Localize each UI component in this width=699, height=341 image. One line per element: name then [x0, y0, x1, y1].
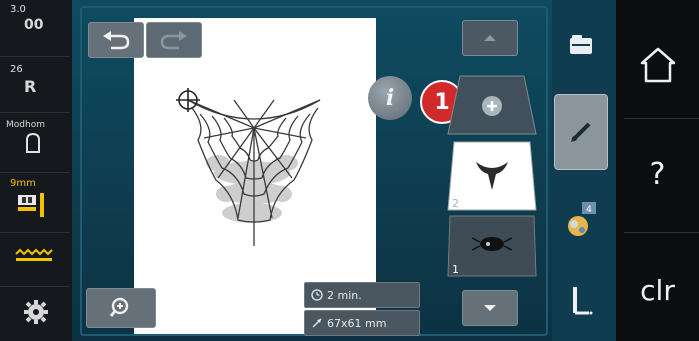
svg-text:4: 4 [586, 205, 592, 215]
speed-setting[interactable]: 3.0 00 [4, 4, 66, 33]
redo-button[interactable] [146, 22, 202, 58]
mode-label: Modhom [6, 120, 45, 130]
separator [624, 232, 699, 233]
separator [0, 56, 70, 57]
add-layer-tile [447, 75, 537, 135]
info-button[interactable]: i [368, 76, 412, 120]
home-icon [640, 47, 675, 83]
pencil-icon [571, 122, 591, 142]
separator [624, 118, 699, 119]
separator [0, 286, 70, 287]
arrow-up-icon [484, 35, 496, 41]
layer-2-thumbnail [447, 141, 537, 211]
folder-button[interactable] [554, 14, 608, 76]
layer-1-tile[interactable]: 1 [446, 214, 538, 278]
speed-label: 3.0 [10, 4, 26, 15]
layer-1-thumbnail [447, 215, 537, 277]
layer-scroll-up-button[interactable] [462, 20, 518, 56]
help-button[interactable]: ? [616, 128, 699, 220]
stitch-time-value: 2 min. [327, 288, 362, 302]
hoop-setting[interactable]: 9mm [4, 178, 66, 219]
layer-1-number: 1 [452, 263, 459, 276]
feed-dog-setting[interactable] [4, 244, 66, 266]
zoom-icon [109, 297, 129, 317]
redo-icon [160, 31, 187, 50]
stitch-start-button[interactable] [554, 276, 608, 328]
undo-button[interactable] [88, 22, 144, 58]
layer-2-tile[interactable]: 2 [446, 140, 538, 212]
separator [0, 172, 70, 173]
clock-icon [311, 289, 323, 301]
stitch-number: 26 [10, 64, 23, 75]
arrow-down-icon [484, 305, 496, 311]
size-icon [312, 318, 322, 328]
separator [0, 112, 70, 113]
home-button[interactable] [616, 20, 699, 110]
separator [0, 232, 70, 233]
embroidery-screen: 3.0 00 26 R Modhom 9mm i 1 2 1 2 min. 67… [0, 0, 699, 341]
color-icon: 4 [568, 202, 596, 236]
add-layer-button[interactable] [446, 74, 538, 136]
speed-value: 00 [24, 17, 44, 33]
stitch-time-display: 2 min. [304, 282, 420, 308]
design-size-display: 67x61 mm [304, 310, 420, 336]
undo-icon [103, 31, 130, 50]
color-button[interactable]: 4 [554, 186, 608, 254]
hoop-size-label: 9mm [10, 178, 36, 189]
mode-setting[interactable]: Modhom [4, 120, 66, 154]
crosshair-icon [176, 88, 200, 112]
design-size-value: 67x61 mm [327, 316, 387, 330]
feed-dog-icon [15, 248, 53, 261]
gear-icon [24, 300, 48, 324]
settings-button[interactable] [4, 296, 66, 326]
needle-plate-icon [18, 193, 44, 217]
hoop-shape-icon [26, 132, 40, 153]
zoom-button[interactable] [86, 288, 156, 328]
layer-2-number: 2 [452, 197, 459, 210]
left-status-bar: 3.0 00 26 R Modhom 9mm [0, 0, 72, 341]
stitch-start-icon [573, 287, 593, 315]
stitch-setting[interactable]: 26 R [4, 64, 66, 96]
folder-icon [570, 35, 592, 54]
presser-foot-letter: R [24, 77, 37, 96]
edit-button[interactable] [554, 94, 608, 170]
layer-scroll-down-button[interactable] [462, 290, 518, 326]
clear-button[interactable]: clr [616, 244, 699, 336]
